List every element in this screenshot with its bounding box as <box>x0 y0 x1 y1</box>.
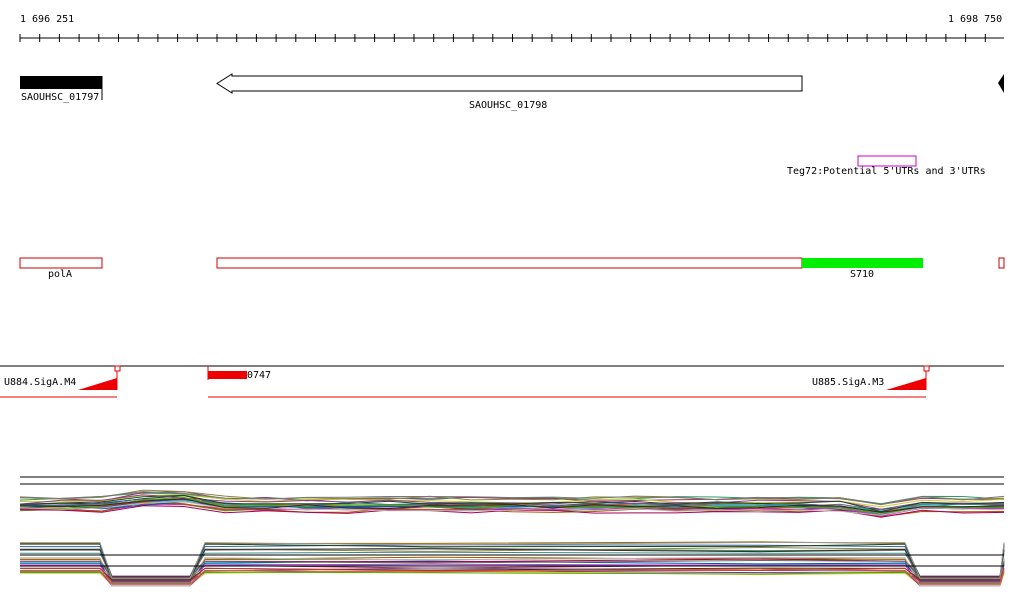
expression-profiles-upper <box>19 489 1005 518</box>
promoter-u884-triangle[interactable] <box>78 378 117 390</box>
teg72-label[interactable]: Teg72:Potential 5'UTRs and 3'UTRs <box>787 166 986 178</box>
region-pola[interactable] <box>19 257 103 269</box>
ruler-start-coordinate: 1 696 251 <box>20 14 75 25</box>
promoter-u885-label[interactable]: U885.SigA.M3 <box>812 377 884 389</box>
genome-browser-canvas[interactable] <box>0 0 1024 611</box>
region-pola-label[interactable]: polA <box>48 269 72 281</box>
gene-saouhsc-01798-label[interactable]: SAOUHSC_01798 <box>469 100 547 112</box>
gene-partial-right[interactable] <box>998 74 1004 93</box>
gene-saouhsc-01797[interactable] <box>20 76 102 89</box>
region-track <box>19 257 1005 269</box>
expression-profiles-lower <box>20 541 1005 587</box>
region-s710-label[interactable]: S710 <box>850 269 874 281</box>
teg72-utr-feature[interactable] <box>857 155 917 167</box>
expression-track <box>19 476 1005 587</box>
region-middle[interactable] <box>216 257 803 269</box>
gene-saouhsc-01798[interactable] <box>216 73 803 94</box>
promoter-u885-triangle[interactable] <box>886 378 926 390</box>
feature-0747-label[interactable]: 0747 <box>247 370 271 382</box>
feature-0747[interactable] <box>208 371 247 379</box>
promoter-u884-label[interactable]: U884.SigA.M4 <box>4 377 76 389</box>
ruler-end-coordinate: 1 698 750 <box>948 14 1003 25</box>
coordinate-ruler <box>19 34 1004 42</box>
region-right-edge[interactable] <box>998 257 1005 269</box>
region-s710[interactable] <box>802 258 923 268</box>
gene-track <box>20 73 1004 100</box>
gene-saouhsc-01797-label[interactable]: SAOUHSC_01797 <box>21 92 99 104</box>
